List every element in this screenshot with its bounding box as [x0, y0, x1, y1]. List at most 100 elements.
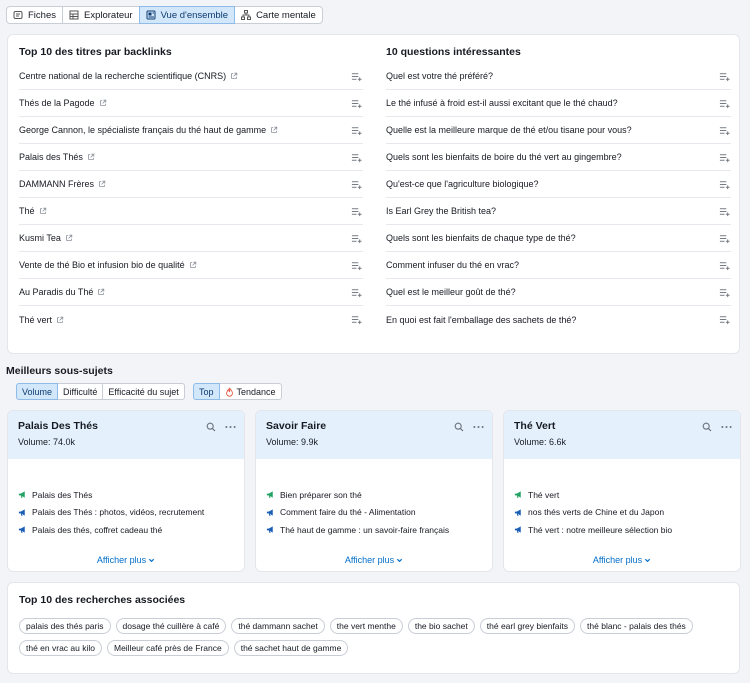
subtopic-item[interactable]: Comment faire du thé - Alimentation — [266, 504, 482, 522]
subtopic-item-label: Comment faire du thé - Alimentation — [280, 507, 416, 518]
subtopic-item-label: Bien préparer son thé — [280, 489, 362, 500]
add-to-list-icon[interactable] — [351, 71, 362, 82]
more-options-icon[interactable] — [225, 425, 236, 429]
backlink-label[interactable]: Kusmi Tea — [19, 233, 61, 243]
external-link-icon[interactable] — [99, 99, 107, 107]
subtopic-item[interactable]: Palais des Thés : photos, vidéos, recrut… — [18, 504, 234, 522]
subtopic-card[interactable]: Palais Des Thés Volume: 74.0k Palais des T… — [7, 410, 245, 572]
related-search-pill[interactable]: thé earl grey bienfaits — [479, 618, 576, 634]
show-more-link[interactable]: Afficher plus — [256, 555, 492, 565]
subtopic-item[interactable]: Bien préparer son thé — [266, 486, 482, 504]
backlinks-list: Centre national de la recherche scientif… — [19, 63, 363, 333]
tab-carte-mentale[interactable]: Carte mentale — [234, 6, 323, 24]
related-search-pill[interactable]: thé dammann sachet — [231, 618, 325, 634]
megaphone-icon — [266, 491, 273, 499]
backlink-row: Thés de la Pagode — [19, 90, 363, 117]
show-more-link[interactable]: Afficher plus — [8, 555, 244, 565]
question-label: Quel est le meilleur goût de thé? — [386, 287, 516, 297]
backlink-label[interactable]: George Cannon, le spécialiste français d… — [19, 125, 266, 135]
tab-vue-ensemble[interactable]: Vue d'ensemble — [138, 6, 236, 24]
subtopic-item[interactable]: Thé haut de gamme : un savoir-faire fran… — [266, 521, 482, 539]
add-to-list-icon[interactable] — [719, 152, 730, 163]
filter-tendance[interactable]: Tendance — [218, 383, 282, 400]
backlink-label[interactable]: Au Paradis du Thé — [19, 287, 93, 297]
backlink-label[interactable]: Thé — [19, 206, 35, 216]
tab-fiches[interactable]: Fiches — [6, 6, 63, 24]
subtopic-item[interactable]: Palais des thés, coffret cadeau thé — [18, 521, 234, 539]
backlink-label[interactable]: Palais des Thés — [19, 152, 83, 162]
more-options-icon[interactable] — [473, 425, 484, 429]
add-to-list-icon[interactable] — [351, 125, 362, 136]
backlink-label[interactable]: Centre national de la recherche scientif… — [19, 71, 226, 81]
tab-explorateur[interactable]: Explorateur — [61, 6, 140, 24]
add-to-list-icon[interactable] — [351, 152, 362, 163]
subtopic-item[interactable]: nos thés verts de Chine et du Japon — [514, 504, 730, 522]
question-row: Qu'est-ce que l'agriculture biologique? — [386, 171, 731, 198]
external-link-icon[interactable] — [230, 72, 238, 80]
related-search-pill[interactable]: thé en vrac au kilo — [19, 640, 102, 656]
related-search-pill[interactable]: dosage thé cuillère à café — [115, 618, 227, 634]
related-search-pill[interactable]: thé sachet haut de gamme — [233, 640, 349, 656]
add-to-list-icon[interactable] — [719, 206, 730, 217]
related-search-pill[interactable]: Meilleur café près de France — [106, 640, 229, 656]
add-to-list-icon[interactable] — [719, 71, 730, 82]
add-to-list-icon[interactable] — [351, 98, 362, 109]
question-row: Quels sont les bienfaits de chaque type … — [386, 225, 731, 252]
backlink-row: Thé — [19, 198, 363, 225]
external-link-icon[interactable] — [39, 207, 47, 215]
add-to-list-icon[interactable] — [351, 179, 362, 190]
filter-volume[interactable]: Volume — [16, 383, 59, 400]
external-link-icon[interactable] — [87, 153, 95, 161]
question-label: Quel est votre thé préféré? — [386, 71, 494, 81]
add-to-list-icon[interactable] — [719, 260, 730, 271]
filter-efficacite[interactable]: Efficacité du sujet — [102, 383, 185, 400]
chevron-down-icon — [645, 558, 651, 562]
external-link-icon[interactable] — [98, 180, 106, 188]
related-search-pill[interactable]: the vert menthe — [329, 618, 403, 634]
add-to-list-icon[interactable] — [719, 98, 730, 109]
backlink-label[interactable]: Thés de la Pagode — [19, 98, 95, 108]
subtopic-item[interactable]: Thé vert — [514, 486, 730, 504]
more-options-icon[interactable] — [721, 425, 732, 429]
related-search-pill[interactable]: palais des thés paris — [19, 618, 111, 634]
show-more-label: Afficher plus — [96, 555, 147, 565]
tab-label: Fiches — [28, 9, 56, 21]
show-more-link[interactable]: Afficher plus — [504, 555, 740, 565]
subtopic-card[interactable]: Savoir Faire Volume: 9.9k Bien préparer so… — [255, 410, 493, 572]
add-to-list-icon[interactable] — [351, 206, 362, 217]
search-icon[interactable] — [702, 422, 712, 432]
add-to-list-icon[interactable] — [719, 179, 730, 190]
search-icon[interactable] — [206, 422, 216, 432]
related-search-pill[interactable]: the bio sachet — [407, 618, 475, 634]
subtopic-card[interactable]: Thé Vert Volume: 6.6k Thé vert nos thés ver… — [503, 410, 741, 572]
add-to-list-icon[interactable] — [719, 314, 730, 325]
sort-filter-group: Volume Difficulté Efficacité du sujet — [16, 383, 185, 400]
add-to-list-icon[interactable] — [719, 125, 730, 136]
backlink-label[interactable]: DAMMANN Frères — [19, 179, 94, 189]
filter-top[interactable]: Top — [193, 383, 220, 400]
add-to-list-icon[interactable] — [351, 260, 362, 271]
add-to-list-icon[interactable] — [719, 287, 730, 298]
external-link-icon[interactable] — [56, 316, 64, 324]
subtopic-item-label: Palais des Thés : photos, vidéos, recrut… — [32, 507, 205, 518]
subtopic-item[interactable]: Palais des Thés — [18, 486, 234, 504]
external-link-icon[interactable] — [189, 261, 197, 269]
external-link-icon[interactable] — [65, 234, 73, 242]
add-to-list-icon[interactable] — [351, 233, 362, 244]
subtopic-volume: Volume: 74.0k — [18, 437, 76, 447]
external-link-icon[interactable] — [97, 288, 105, 296]
add-to-list-icon[interactable] — [351, 314, 362, 325]
backlink-row: Thé vert — [19, 306, 363, 333]
related-search-pill[interactable]: thé blanc - palais des thés — [580, 618, 693, 634]
backlink-label-wrap: Centre national de la recherche scientif… — [19, 71, 238, 81]
add-to-list-icon[interactable] — [719, 233, 730, 244]
backlink-label[interactable]: Vente de thé Bio et infusion bio de qual… — [19, 260, 185, 270]
question-row: Quel est votre thé préféré? — [386, 63, 731, 90]
external-link-icon[interactable] — [270, 126, 278, 134]
backlink-label[interactable]: Thé vert — [19, 315, 52, 325]
add-to-list-icon[interactable] — [351, 287, 362, 298]
search-icon[interactable] — [454, 422, 464, 432]
filter-difficulte[interactable]: Difficulté — [57, 383, 104, 400]
overview-icon — [146, 10, 156, 20]
subtopic-item[interactable]: Thé vert : notre meilleure sélection bio — [514, 521, 730, 539]
